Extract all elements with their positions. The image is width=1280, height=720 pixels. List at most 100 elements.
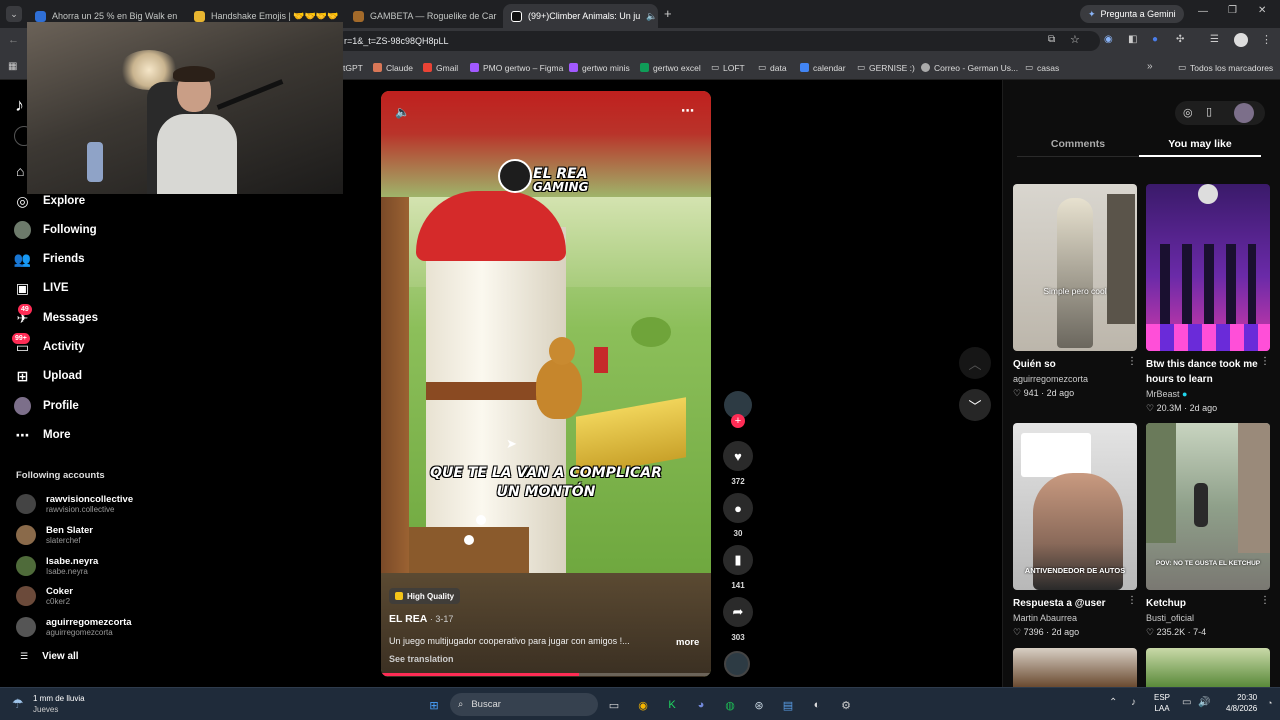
spotify-icon[interactable]: ◍: [720, 695, 740, 715]
all-bookmarks-folder[interactable]: ▭ Todos los marcadores: [1178, 55, 1273, 80]
tiktok-logo-icon[interactable]: ♪: [15, 95, 24, 116]
gemini-button[interactable]: ✦ Pregunta a Gemini: [1080, 5, 1184, 23]
back-arrow-icon[interactable]: ←: [8, 34, 19, 46]
task-view-icon[interactable]: ▭: [604, 695, 624, 715]
video-thumbnail-partial[interactable]: [1146, 648, 1270, 687]
next-video-chevron-down-icon[interactable]: ﹀: [959, 389, 991, 421]
like-action[interactable]: ♥ 372: [722, 441, 754, 486]
maximize-icon[interactable]: ❐: [1228, 5, 1237, 16]
minimize-icon[interactable]: —: [1198, 6, 1208, 17]
previous-video-chevron-up-icon[interactable]: ︿: [959, 347, 991, 379]
language-indicator[interactable]: ESP LAA: [1154, 692, 1170, 714]
app-icon[interactable]: K: [662, 695, 682, 715]
tab-4-active[interactable]: (99+)Climber Animals: Un ju 🔈 ✕: [503, 4, 658, 28]
music-disc-icon[interactable]: [724, 651, 750, 677]
mute-speaker-icon[interactable]: 🔈: [395, 105, 410, 119]
card-options-icon[interactable]: ⋮: [1260, 595, 1270, 606]
video-thumbnail[interactable]: POV: NO TE GUSTA EL KETCHUP: [1146, 423, 1270, 590]
bookmark-item[interactable]: ▭ LOFT: [711, 55, 745, 80]
bookmark-item[interactable]: PMO gertwo – Figma: [470, 55, 563, 80]
bookmark-item[interactable]: Correo - German Us...: [921, 55, 1018, 80]
apps-grid-icon[interactable]: ▦: [8, 61, 17, 72]
nav-profile[interactable]: Profile: [14, 394, 79, 418]
extension-icon[interactable]: ◉: [1104, 34, 1113, 45]
chrome-icon[interactable]: ◉: [633, 695, 653, 715]
video-more-options-icon[interactable]: ⋯: [681, 103, 694, 119]
network-icon[interactable]: ▭: [1182, 697, 1191, 708]
nav-upload[interactable]: ⊞ Upload: [14, 364, 82, 388]
volume-icon[interactable]: 🔊: [1198, 697, 1210, 708]
view-all-link[interactable]: ☰ View all: [20, 651, 79, 662]
url-field[interactable]: [335, 31, 1100, 51]
bookmark-item[interactable]: gertwo excel: [640, 55, 701, 80]
comment-action[interactable]: ● 30: [722, 493, 754, 538]
tab-3[interactable]: GAMBETA — Roguelike de Car ✕: [345, 4, 497, 28]
tab-comments[interactable]: Comments: [1017, 138, 1139, 158]
tray-chevron-up-icon[interactable]: ⌃: [1109, 697, 1117, 708]
feed-compass-icon[interactable]: ◎: [1183, 106, 1193, 119]
notepad-icon[interactable]: ▤: [778, 695, 798, 715]
bookmark-item[interactable]: ▭ data: [758, 55, 787, 80]
extension-icon[interactable]: ●: [1152, 34, 1158, 45]
bookmark-item[interactable]: tGPT: [343, 55, 363, 80]
speaker-icon[interactable]: 🔈: [646, 11, 657, 22]
comment-bubble-icon[interactable]: ●: [723, 493, 753, 523]
microphone-icon[interactable]: ♪: [1131, 697, 1136, 708]
clock[interactable]: 20:30 4/8/2026: [1226, 692, 1257, 714]
discord-icon[interactable]: ◕: [691, 695, 711, 715]
following-account[interactable]: rawvisioncollective rawvision.collective: [16, 490, 133, 518]
reading-list-icon[interactable]: ☰: [1210, 34, 1219, 45]
extension-icon[interactable]: ◧: [1128, 34, 1137, 45]
extensions-puzzle-icon[interactable]: ✣: [1176, 34, 1184, 45]
taskbar-search-input[interactable]: ⌕ Buscar: [450, 693, 598, 716]
user-avatar[interactable]: [1234, 103, 1254, 123]
recommended-video-card[interactable]: Simple pero cool Quién so aguirregomezco…: [1013, 184, 1137, 400]
card-options-icon[interactable]: ⋮: [1127, 595, 1137, 606]
steam-icon[interactable]: ⊛: [749, 695, 769, 715]
video-thumbnail-partial[interactable]: [1013, 648, 1137, 687]
home-icon[interactable]: ⌂: [16, 163, 24, 179]
follow-plus-icon[interactable]: +: [731, 414, 745, 428]
share-arrow-icon[interactable]: ➦: [723, 597, 753, 627]
nav-live[interactable]: ▣ LIVE: [14, 276, 69, 300]
card-options-icon[interactable]: ⋮: [1127, 356, 1137, 367]
new-tab-plus-icon[interactable]: +: [664, 6, 672, 21]
recommended-video-card[interactable]: ANTIVENDEDOR DE AUTOS Respuesta a @user …: [1013, 423, 1137, 639]
tab-list-chevron-icon[interactable]: ⌄: [6, 6, 22, 22]
kebab-menu-icon[interactable]: ⋮: [1261, 33, 1272, 46]
following-account[interactable]: Isabe.neyra Isabe.neyra: [16, 552, 98, 580]
video-thumbnail[interactable]: [1146, 184, 1270, 351]
bookmark-item[interactable]: calendar: [800, 55, 846, 80]
nav-friends[interactable]: 👥 Friends: [14, 247, 85, 271]
bookmark-star-icon[interactable]: ☆: [1070, 33, 1080, 46]
nav-activity[interactable]: ▭ 99+ Activity: [12, 332, 85, 359]
nav-messages[interactable]: ✈ 49 Messages: [14, 303, 98, 330]
bookmark-item[interactable]: Claude: [373, 55, 413, 80]
video-author[interactable]: EL REA · 3-17: [389, 613, 453, 625]
bookmark-item[interactable]: Gmail: [423, 55, 458, 80]
share-action[interactable]: ➦ 303: [722, 597, 754, 642]
save-action[interactable]: ▮ 141: [722, 545, 754, 590]
following-account[interactable]: Ben Slater slaterchef: [16, 521, 93, 549]
more-bookmarks-chevron-icon[interactable]: »: [1147, 61, 1153, 72]
bookmark-item[interactable]: ▭ GERNISE :): [857, 55, 915, 80]
install-app-icon[interactable]: ⧉: [1048, 34, 1055, 45]
see-translation-link[interactable]: See translation: [389, 654, 454, 664]
profile-avatar-icon[interactable]: [1234, 33, 1248, 47]
close-window-icon[interactable]: ✕: [1258, 5, 1266, 16]
heart-icon[interactable]: ♥: [723, 441, 753, 471]
card-options-icon[interactable]: ⋮: [1260, 356, 1270, 367]
nav-more[interactable]: ⋯ More: [14, 423, 71, 447]
weather-rain-icon[interactable]: ☂: [12, 696, 24, 712]
bookmark-item[interactable]: gertwo minis: [569, 55, 630, 80]
nav-following[interactable]: Following: [14, 218, 97, 242]
bookmark-icon[interactable]: ▮: [723, 545, 753, 575]
following-account[interactable]: Coker c0ker2: [16, 582, 73, 610]
video-player[interactable]: 🔈 ⋯ EL REA GAMING QUE TE LA VAN A COMPLI…: [381, 91, 711, 677]
description-more-link[interactable]: more: [676, 637, 699, 648]
settings-gear-icon[interactable]: ⚙: [836, 695, 856, 715]
video-thumbnail[interactable]: Simple pero cool: [1013, 184, 1137, 351]
recommended-video-card[interactable]: POV: NO TE GUSTA EL KETCHUP Ketchup Bust…: [1146, 423, 1270, 639]
windows-start-icon[interactable]: ⊞: [424, 695, 444, 715]
device-icon[interactable]: ▯: [1206, 105, 1212, 118]
